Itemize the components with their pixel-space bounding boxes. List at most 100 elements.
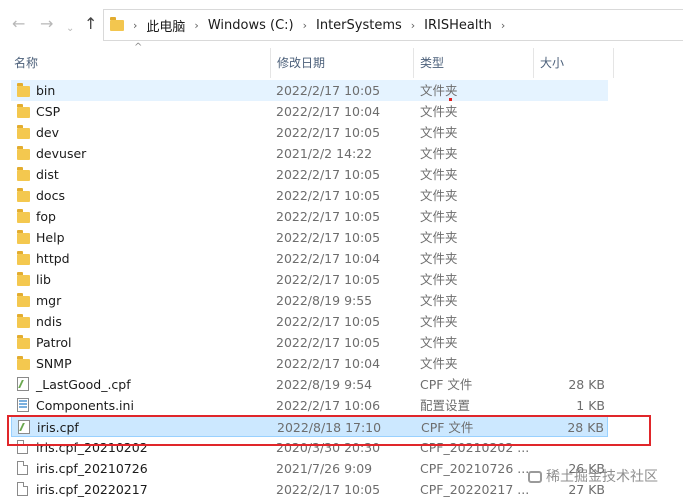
back-arrow-icon[interactable]: ← — [12, 14, 25, 34]
modified-date: 2022/8/19 9:54 — [276, 377, 373, 392]
modified-date: 2022/2/17 10:06 — [276, 398, 381, 413]
folder-icon — [17, 146, 30, 160]
recent-locations-chevron-icon[interactable]: ⌄ — [66, 19, 74, 39]
folder-icon — [17, 356, 30, 370]
modified-date: 2022/2/17 10:04 — [276, 104, 381, 119]
file-name: dist — [36, 167, 59, 182]
file-row[interactable]: SNMP 2022/2/17 10:04 文件夹 — [11, 353, 608, 374]
modified-date: 2022/2/17 10:04 — [276, 356, 381, 371]
file-type: CPF_20210726 ... — [420, 461, 530, 476]
file-size: 28 KB — [568, 377, 605, 392]
file-type: 文件夹 — [420, 209, 458, 224]
file-type: 文件夹 — [420, 104, 458, 119]
file-row[interactable]: lib 2022/2/17 10:05 文件夹 — [11, 269, 608, 290]
file-row[interactable]: httpd 2022/2/17 10:04 文件夹 — [11, 248, 608, 269]
folder-icon — [17, 209, 30, 223]
navigation-bar: ← → ⌄ ↑ › 此电脑 › Windows (C:) › InterSyst… — [0, 0, 683, 48]
folder-icon — [17, 125, 30, 139]
folder-icon — [17, 83, 30, 97]
folder-icon — [110, 16, 124, 31]
breadcrumb-drive-c[interactable]: Windows (C:) — [208, 18, 294, 33]
chevron-right-icon[interactable]: › — [411, 19, 415, 32]
column-header-name[interactable]: 名称 — [8, 48, 270, 78]
folder-icon — [17, 104, 30, 118]
up-arrow-icon[interactable]: ↑ — [84, 14, 97, 34]
breadcrumb-intersystems[interactable]: InterSystems — [316, 18, 402, 33]
modified-date: 2022/2/17 10:04 — [276, 251, 381, 266]
modified-date: 2022/2/17 10:05 — [276, 335, 381, 350]
chevron-right-icon[interactable]: › — [501, 19, 505, 32]
file-row[interactable]: CSP 2022/2/17 10:04 文件夹 — [11, 101, 608, 122]
breadcrumb-irishealth[interactable]: IRISHealth — [424, 18, 492, 33]
file-row[interactable]: bin 2022/2/17 10:05 文件夹 — [11, 80, 608, 101]
file-row[interactable]: Components.ini 2022/2/17 10:06 配置设置 1 KB — [11, 395, 608, 416]
folder-icon — [17, 293, 30, 307]
file-name: iris.cpf_20210726 — [36, 461, 148, 476]
file-name: Help — [36, 230, 65, 245]
file-row[interactable]: iris.cpf_20220217 2022/2/17 10:05 CPF_2022… — [11, 479, 608, 500]
file-type: 文件夹 — [420, 356, 458, 371]
modified-date: 2022/2/17 10:05 — [276, 209, 381, 224]
modified-date: 2021/7/26 9:09 — [276, 461, 373, 476]
file-name: devuser — [36, 146, 87, 161]
modified-date: 2022/8/19 9:55 — [276, 293, 373, 308]
file-type: 文件夹 — [420, 293, 458, 308]
modified-date: 2022/2/17 10:05 — [276, 188, 381, 203]
chevron-right-icon[interactable]: › — [303, 19, 307, 32]
folder-icon — [17, 230, 30, 244]
modified-date: 2022/2/17 10:05 — [276, 167, 381, 182]
modified-date: 2022/2/17 10:05 — [276, 125, 381, 140]
file-type: 文件夹 — [420, 272, 458, 287]
file-row[interactable]: _LastGood_.cpf 2022/8/19 9:54 CPF 文件 28 KB — [11, 374, 608, 395]
modified-date: 2022/2/17 10:05 — [276, 272, 381, 287]
file-name: Components.ini — [36, 398, 134, 413]
column-header-row: 名称 修改日期 类型 大小 — [0, 48, 683, 78]
file-name: Patrol — [36, 335, 72, 350]
file-row[interactable]: dist 2022/2/17 10:05 文件夹 — [11, 164, 608, 185]
file-row[interactable]: mgr 2022/8/19 9:55 文件夹 — [11, 290, 608, 311]
file-row[interactable]: docs 2022/2/17 10:05 文件夹 — [11, 185, 608, 206]
forward-arrow-icon[interactable]: → — [40, 14, 53, 34]
modified-date: 2022/2/17 10:05 — [276, 83, 381, 98]
file-name: docs — [36, 188, 65, 203]
file-row[interactable]: Help 2022/2/17 10:05 文件夹 — [11, 227, 608, 248]
folder-icon — [17, 167, 30, 181]
folder-icon — [17, 188, 30, 202]
highlight-box — [7, 415, 651, 446]
file-name: lib — [36, 272, 51, 287]
chevron-right-icon[interactable]: › — [133, 19, 137, 32]
file-row[interactable]: ndis 2022/2/17 10:05 文件夹 — [11, 311, 608, 332]
settings-file-icon — [17, 398, 29, 412]
file-type: 文件夹 — [420, 167, 458, 182]
folder-icon — [17, 314, 30, 328]
modified-date: 2022/2/17 10:05 — [276, 314, 381, 329]
file-row[interactable]: Patrol 2022/2/17 10:05 文件夹 — [11, 332, 608, 353]
file-type: CPF_20220217 ... — [420, 482, 530, 497]
file-type: 文件夹 — [420, 188, 458, 203]
modified-date: 2021/2/2 14:22 — [276, 146, 373, 161]
column-header-size[interactable]: 大小 — [533, 48, 613, 78]
file-name: httpd — [36, 251, 70, 266]
file-type: 文件夹 — [420, 251, 458, 266]
file-type: 文件夹 — [420, 314, 458, 329]
file-type: 文件夹 — [420, 230, 458, 245]
file-row[interactable]: dev 2022/2/17 10:05 文件夹 — [11, 122, 608, 143]
file-name: CSP — [36, 104, 61, 119]
chevron-right-icon[interactable]: › — [194, 19, 198, 32]
file-name: _LastGood_.cpf — [36, 377, 131, 392]
address-bar[interactable]: › 此电脑 › Windows (C:) › InterSystems › IR… — [103, 9, 683, 41]
column-header-date[interactable]: 修改日期 — [270, 48, 413, 78]
column-header-type[interactable]: 类型 — [413, 48, 533, 78]
file-type: 文件夹 — [420, 146, 458, 161]
file-row[interactable]: fop 2022/2/17 10:05 文件夹 — [11, 206, 608, 227]
file-row[interactable]: iris.cpf_20210726 2021/7/26 9:09 CPF_20210… — [11, 458, 608, 479]
cpf-file-icon — [17, 377, 29, 391]
file-row[interactable]: devuser 2021/2/2 14:22 文件夹 — [11, 143, 608, 164]
breadcrumb-this-pc[interactable]: 此电脑 — [146, 16, 185, 35]
file-name: bin — [36, 83, 56, 98]
file-name: mgr — [36, 293, 62, 308]
folder-icon — [17, 272, 30, 286]
watermark-text: 稀土掘金技术社区 — [546, 469, 658, 485]
file-type: 文件夹 — [420, 125, 458, 140]
modified-date: 2022/2/17 10:05 — [276, 482, 381, 497]
